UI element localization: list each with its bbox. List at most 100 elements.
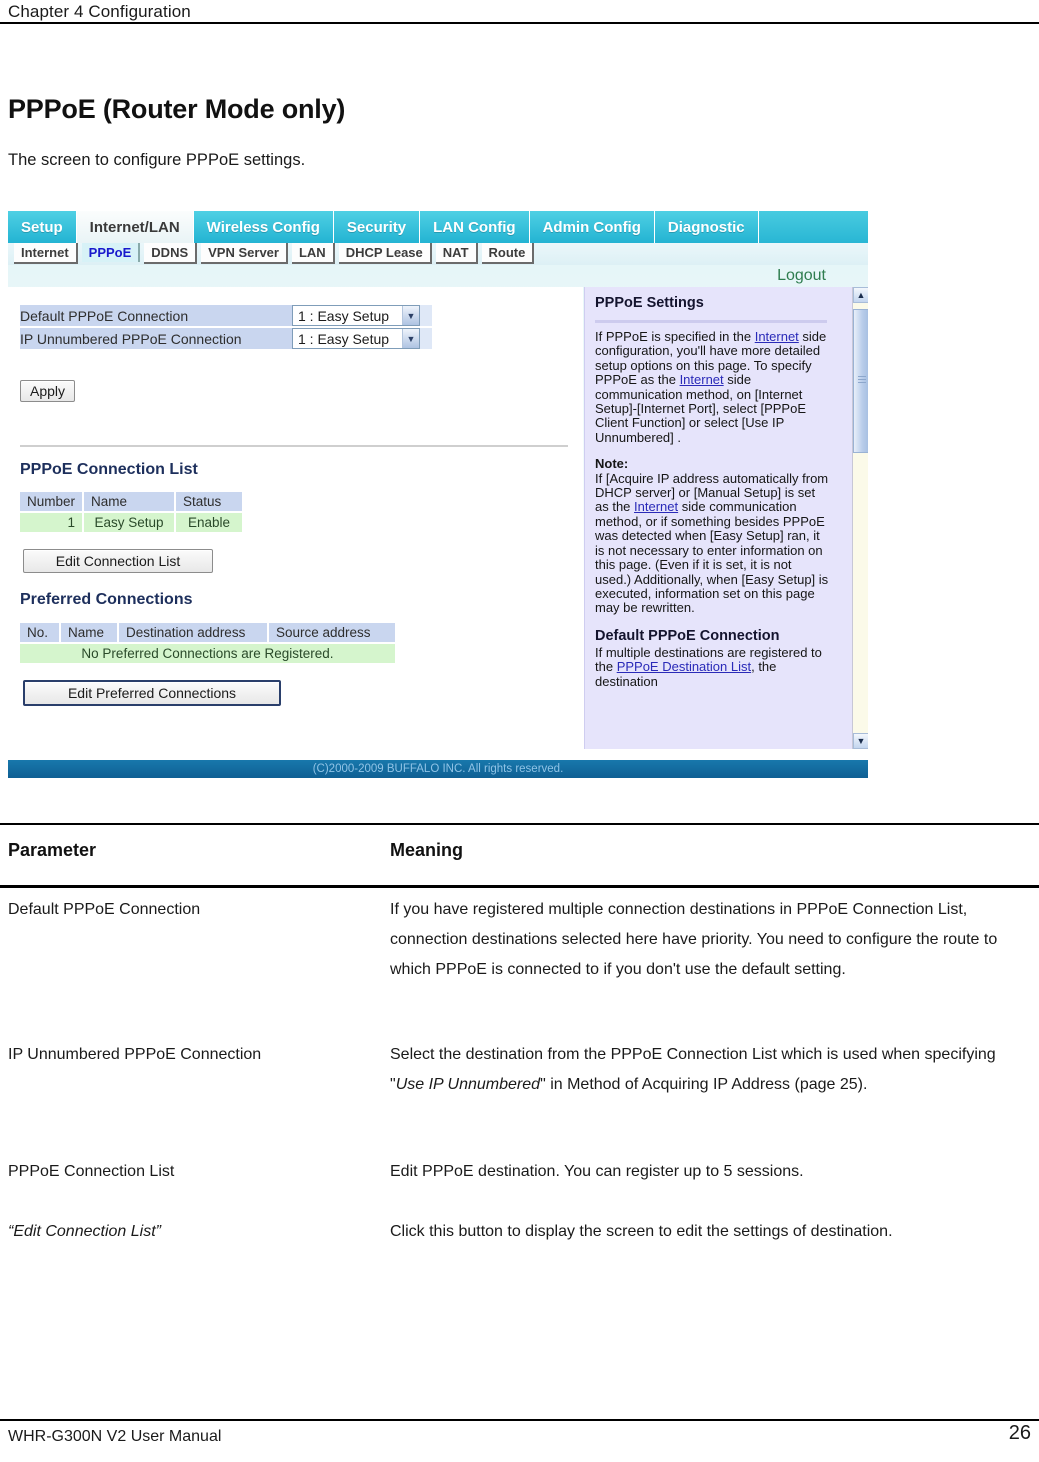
cell-name: Easy Setup xyxy=(83,512,177,532)
subtab-dhcp-lease[interactable]: DHCP Lease xyxy=(338,243,432,264)
parameter-name: IP Unnumbered PPPoE Connection xyxy=(8,1046,262,1063)
scrollbar-track[interactable] xyxy=(853,303,868,733)
tab-lan-config[interactable]: LAN Config xyxy=(420,211,530,243)
settings-row: Default PPPoE Connection 1 : Easy Setup … xyxy=(20,305,432,328)
internet-link[interactable]: Internet xyxy=(755,329,799,344)
preferred-connections-table: No. Name Destination address Source addr… xyxy=(20,623,397,663)
help-title: PPPoE Settings xyxy=(595,295,704,311)
help-paragraph-2: If multiple destinations are registered … xyxy=(595,645,831,689)
scroll-up-icon[interactable]: ▲ xyxy=(853,287,868,303)
pppoe-connection-list-table: Number Name Status 1 Easy Setup Enable xyxy=(20,492,245,532)
help-text: If PPPoE is specified in the xyxy=(595,329,755,344)
empty-state-message: No Preferred Connections are Registered. xyxy=(20,643,397,663)
column-header-number: Number xyxy=(20,492,85,513)
help-text: side communication method, or if somethi… xyxy=(595,499,829,616)
pppoe-settings-table: Default PPPoE Connection 1 : Easy Setup … xyxy=(20,305,432,351)
page-intro: The screen to configure PPPoE settings. xyxy=(8,150,306,169)
router-ui-screenshot: Setup Internet/LAN Wireless Config Secur… xyxy=(8,211,868,778)
cell-number: 1 xyxy=(20,512,85,532)
chevron-down-icon: ▼ xyxy=(402,329,419,348)
page-title: PPPoE (Router Mode only) xyxy=(8,94,346,125)
internet-link[interactable]: Internet xyxy=(634,499,678,514)
apply-button[interactable]: Apply xyxy=(20,380,76,402)
parameter-meaning: Select the destination from the PPPoE Co… xyxy=(390,1040,1030,1100)
help-note: Note: If [Acquire IP address automaticall… xyxy=(595,457,831,615)
meaning-emphasis: Use IP Unnumbered xyxy=(395,1076,541,1093)
ip-unnumbered-pppoe-connection-cell: 1 : Easy Setup ▼ xyxy=(292,327,432,351)
tab-security[interactable]: Security xyxy=(333,211,421,243)
settings-row: IP Unnumbered PPPoE Connection 1 : Easy … xyxy=(20,327,432,351)
column-header-name: Name xyxy=(60,623,119,644)
tab-setup[interactable]: Setup xyxy=(8,211,77,243)
logout-link[interactable]: Logout xyxy=(777,267,826,285)
parameter-column-header: Parameter xyxy=(8,840,97,860)
ip-unnumbered-pppoe-connection-label: IP Unnumbered PPPoE Connection xyxy=(20,327,292,351)
meaning-column-header: Meaning xyxy=(390,840,464,860)
main-tab-bar: Setup Internet/LAN Wireless Config Secur… xyxy=(8,211,868,243)
cell-status: Enable xyxy=(175,512,245,532)
subtab-vpn-server[interactable]: VPN Server xyxy=(201,243,288,264)
subtab-route[interactable]: Route xyxy=(481,243,535,264)
scrollbar-grip-icon xyxy=(858,376,866,383)
internet-link[interactable]: Internet xyxy=(680,372,724,387)
column-header-status: Status xyxy=(175,492,245,513)
parameter-emphasis: “Edit Connection List” xyxy=(8,1223,161,1240)
default-pppoe-connection-label: Default PPPoE Connection xyxy=(20,305,292,328)
help-pane-scrollbar[interactable]: ▲ ▼ xyxy=(852,287,868,749)
page-number: 26 xyxy=(1008,1422,1031,1444)
pppoe-connection-list-title: PPPoE Connection List xyxy=(20,461,198,478)
scrollbar-thumb[interactable] xyxy=(853,309,868,453)
header-divider xyxy=(0,22,1039,24)
table-row[interactable]: 1 Easy Setup Enable xyxy=(20,512,245,532)
tab-internet-lan[interactable]: Internet/LAN xyxy=(76,211,194,243)
table-row: No Preferred Connections are Registered. xyxy=(20,643,397,663)
ip-unnumbered-pppoe-connection-select[interactable]: 1 : Easy Setup ▼ xyxy=(292,328,420,349)
default-pppoe-connection-select[interactable]: 1 : Easy Setup ▼ xyxy=(292,305,420,326)
parameter-name: PPPoE Connection List xyxy=(8,1163,175,1180)
parameter-name: Default PPPoE Connection xyxy=(8,901,201,918)
parameter-meaning: Edit PPPoE destination. You can register… xyxy=(390,1163,804,1180)
help-spacer xyxy=(595,445,844,457)
copyright-bar: (C)2000-2009 BUFFALO INC. All rights res… xyxy=(8,760,868,778)
meaning-text: " in Method of Acquiring IP Address (pag… xyxy=(540,1076,868,1093)
scroll-down-icon[interactable]: ▼ xyxy=(853,733,868,749)
parameter-table-header-rule xyxy=(0,885,1039,888)
default-pppoe-connection-cell: 1 : Easy Setup ▼ xyxy=(292,305,432,328)
chevron-down-icon: ▼ xyxy=(402,306,419,325)
column-header-source-address: Source address xyxy=(268,623,397,644)
subtab-ddns[interactable]: DDNS xyxy=(144,243,198,264)
subtab-pppoe[interactable]: PPPoE xyxy=(81,243,141,262)
pppoe-destination-list-link[interactable]: PPPoE Destination List xyxy=(617,659,751,674)
parameter-name: “Edit Connection List” xyxy=(8,1217,383,1247)
help-title-2: Default PPPoE Connection xyxy=(595,627,780,644)
help-pane: PPPoE Settings If PPPoE is specified in … xyxy=(584,287,852,749)
table-header-row: Number Name Status xyxy=(20,492,245,513)
help-divider xyxy=(595,320,827,323)
configuration-pane: Default PPPoE Connection 1 : Easy Setup … xyxy=(8,287,583,749)
help-paragraph-1: If PPPoE is specified in the Internet si… xyxy=(595,329,831,445)
subtab-lan[interactable]: LAN xyxy=(291,243,335,264)
parameter-table-top-rule xyxy=(0,823,1039,825)
section-divider xyxy=(20,445,568,447)
select-value: 1 : Easy Setup xyxy=(298,307,390,324)
sub-tab-bar: Internet PPPoE DDNS VPN Server LAN DHCP … xyxy=(8,243,868,265)
tab-diagnostic[interactable]: Diagnostic xyxy=(654,211,759,243)
parameter-meaning: If you have registered multiple connecti… xyxy=(390,901,998,978)
tab-admin-config[interactable]: Admin Config xyxy=(529,211,655,243)
footer-divider xyxy=(0,1419,1039,1421)
tab-wireless-config[interactable]: Wireless Config xyxy=(193,211,334,243)
note-label: Note: xyxy=(595,456,629,472)
running-head: Chapter 4 Configuration xyxy=(8,2,191,21)
preferred-connections-title: Preferred Connections xyxy=(20,591,193,608)
column-header-destination-address: Destination address xyxy=(118,623,269,644)
edit-preferred-connections-button[interactable]: Edit Preferred Connections xyxy=(23,680,281,706)
manual-name: WHR-G300N V2 User Manual xyxy=(8,1428,222,1445)
select-value: 1 : Easy Setup xyxy=(298,330,390,347)
table-header-row: No. Name Destination address Source addr… xyxy=(20,623,397,644)
parameter-meaning: Click this button to display the screen … xyxy=(390,1223,893,1240)
subtab-nat[interactable]: NAT xyxy=(435,243,478,264)
column-header-name: Name xyxy=(83,492,177,513)
edit-connection-list-button[interactable]: Edit Connection List xyxy=(23,549,213,573)
column-header-no: No. xyxy=(20,623,61,644)
subtab-internet[interactable]: Internet xyxy=(14,243,78,264)
